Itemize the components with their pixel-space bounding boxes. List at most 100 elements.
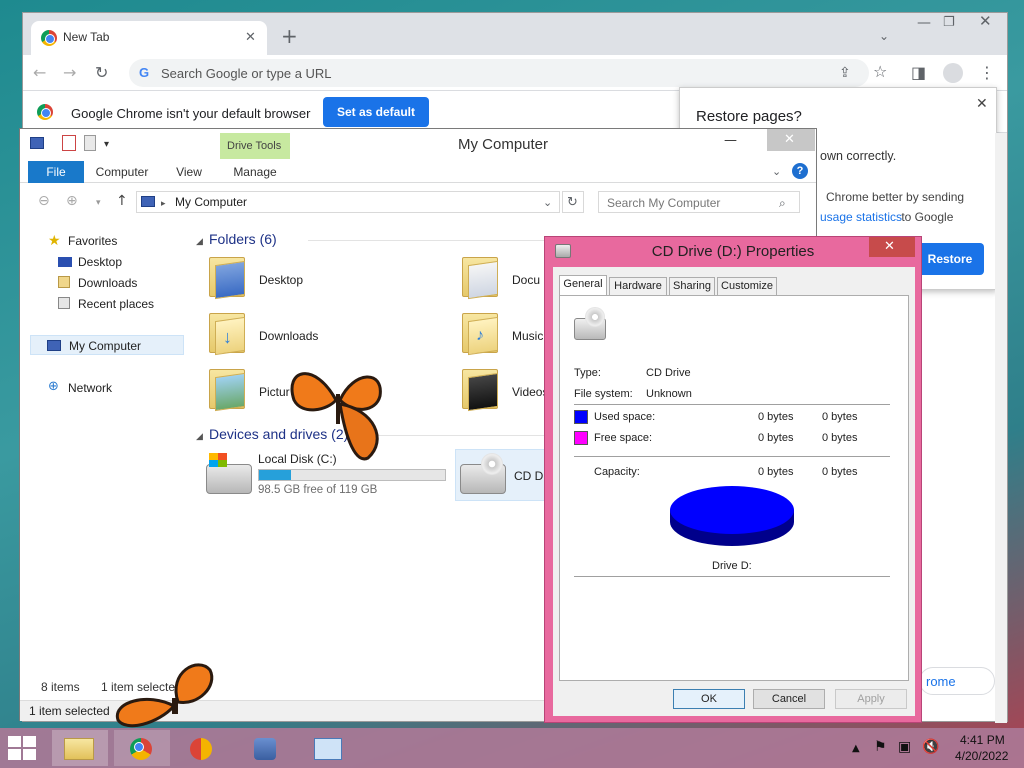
google-g-icon: G: [139, 65, 150, 80]
nav-downloads[interactable]: Downloads: [78, 276, 137, 290]
props-tab-hardware[interactable]: Hardware: [609, 277, 667, 295]
back-icon[interactable]: ←: [33, 65, 46, 81]
cd-drive-icon: [460, 453, 506, 494]
tab-search-chevron-icon[interactable]: ⌄: [879, 28, 889, 44]
forward-icon[interactable]: →: [63, 65, 76, 81]
videos-folder-icon: [462, 369, 498, 412]
chrome-toolbar: ← → ↻ G Search Google or type a URL ⇪ ☆ …: [23, 55, 1007, 91]
explorer-minimize-icon[interactable]: —: [724, 133, 737, 149]
explorer-ribbon: File Computer View Manage ⌄ ?: [20, 159, 816, 183]
props-tab-general[interactable]: General: [559, 275, 607, 296]
action-center-flag-icon[interactable]: ⚑: [874, 739, 887, 755]
nav-computer-icon: [47, 340, 61, 351]
taskbar-app-network[interactable]: [238, 730, 294, 766]
menu-kebab-icon[interactable]: ⋮: [979, 65, 995, 81]
folder-documents[interactable]: Docu: [512, 273, 540, 287]
nav-network[interactable]: Network: [68, 381, 112, 395]
address-text: My Computer: [175, 195, 248, 209]
tray-overflow-icon[interactable]: ▲: [852, 741, 860, 757]
capacity-bytes: 0 bytes: [758, 466, 794, 478]
ribbon-tab-file[interactable]: File: [28, 161, 84, 183]
drive-tools-label: Drive Tools: [227, 140, 282, 152]
profile-avatar-icon[interactable]: [943, 63, 963, 83]
documents-folder-icon: [462, 257, 498, 300]
ribbon-tab-view[interactable]: View: [164, 161, 214, 183]
nav-favorites[interactable]: Favorites: [68, 234, 117, 248]
ribbon-expand-icon[interactable]: ⌄: [772, 164, 781, 180]
folder-music[interactable]: Music: [512, 329, 543, 343]
clock-time[interactable]: 4:41 PM: [960, 733, 1005, 747]
status-items: 8 items: [41, 680, 80, 694]
apply-button[interactable]: Apply: [835, 689, 907, 709]
explorer-close-button[interactable]: ✕: [767, 129, 815, 151]
close-window-icon[interactable]: ✕: [979, 13, 992, 29]
taskbar-app-lock[interactable]: [174, 730, 230, 766]
reload-icon[interactable]: ↻: [95, 65, 108, 81]
maximize-icon[interactable]: ❐: [943, 15, 955, 31]
network-tray-icon[interactable]: ▣: [898, 739, 911, 755]
start-button[interactable]: [8, 736, 38, 760]
breadcrumb-chevron-icon[interactable]: ▸: [161, 196, 166, 212]
props-close-button[interactable]: ✕: [869, 237, 915, 257]
ribbon-tab-manage[interactable]: Manage: [220, 161, 290, 183]
side-panel-icon[interactable]: ◨: [911, 65, 926, 81]
folder-downloads[interactable]: Downloads: [259, 329, 318, 343]
props-titlebar: CD Drive (D:) Properties: [545, 237, 921, 267]
nav-mycomputer-row[interactable]: My Computer: [30, 335, 184, 355]
fs-value: Unknown: [646, 388, 692, 400]
qat-dropdown-icon[interactable]: ▾: [104, 137, 109, 153]
minimize-icon[interactable]: —: [917, 15, 931, 31]
customize-chrome-button[interactable]: rome: [919, 667, 995, 695]
props-tab-customize[interactable]: Customize: [717, 277, 777, 295]
chrome-scrollbar[interactable]: [995, 133, 1007, 723]
infobar-chrome-icon: [37, 104, 53, 120]
usage-statistics-link[interactable]: usage statistics: [820, 210, 902, 224]
new-tab-icon[interactable]: +: [281, 26, 298, 46]
clock-date[interactable]: 4/20/2022: [955, 749, 1008, 763]
address-bar[interactable]: ▸ My Computer ⌄: [136, 191, 560, 213]
set-as-default-button[interactable]: Set as default: [323, 97, 429, 127]
up-icon[interactable]: ↑: [116, 193, 128, 209]
folders-collapse-icon[interactable]: ◢: [196, 234, 203, 250]
folders-header[interactable]: Folders (6): [209, 231, 277, 247]
recent-locations-icon[interactable]: ▾: [96, 195, 101, 211]
taskbar-file-explorer[interactable]: [52, 730, 108, 766]
ok-button[interactable]: OK: [673, 689, 745, 709]
restore-line1: own correctly.: [820, 149, 897, 163]
taskbar: ▲ ⚑ ▣ 🔇 4:41 PM 4/20/2022: [0, 728, 1024, 768]
share-icon[interactable]: ⇪: [839, 65, 851, 81]
folder-videos[interactable]: Videos: [512, 385, 548, 399]
drives-collapse-icon[interactable]: ◢: [196, 429, 203, 445]
ribbon-tab-computer[interactable]: Computer: [90, 161, 154, 183]
props-body: General Hardware Sharing Customize Type:…: [553, 267, 915, 716]
nav-desktop[interactable]: Desktop: [78, 255, 122, 269]
restore-close-icon[interactable]: ✕: [976, 96, 988, 112]
drive-label: Drive D:: [712, 560, 752, 572]
restore-button[interactable]: Restore: [916, 243, 984, 275]
cancel-button[interactable]: Cancel: [753, 689, 825, 709]
divider-3: [574, 576, 890, 577]
search-box[interactable]: Search My Computer ⌕: [598, 191, 800, 213]
refresh-button[interactable]: ↻: [562, 191, 584, 213]
help-icon[interactable]: ?: [792, 163, 808, 179]
nav-recent-places[interactable]: Recent places: [78, 297, 154, 311]
properties-qat-icon[interactable]: [62, 135, 76, 151]
folder-desktop[interactable]: Desktop: [259, 273, 303, 287]
chrome-tabstrip: New Tab ✕ + ⌄ — ❐ ✕: [23, 13, 1007, 55]
general-panel: Type: CD Drive File system: Unknown Used…: [559, 295, 909, 681]
nav-back-icon[interactable]: ⊖: [38, 193, 50, 209]
chrome-tab-new-tab[interactable]: New Tab ✕: [31, 21, 267, 55]
address-dropdown-icon[interactable]: ⌄: [543, 195, 552, 211]
tab-close-icon[interactable]: ✕: [245, 30, 256, 46]
taskbar-chrome[interactable]: [114, 730, 170, 766]
volume-muted-icon[interactable]: 🔇: [922, 739, 939, 755]
props-tab-sharing[interactable]: Sharing: [669, 277, 715, 295]
tab-title: New Tab: [63, 30, 110, 44]
disk-usage-pie: [670, 486, 794, 546]
taskbar-app-control[interactable]: [300, 730, 356, 766]
bookmark-star-icon[interactable]: ☆: [873, 64, 887, 80]
file-explorer-icon: [64, 738, 94, 760]
nav-forward-icon[interactable]: ⊕: [66, 193, 78, 209]
new-folder-qat-icon[interactable]: [84, 135, 96, 151]
omnibox[interactable]: G Search Google or type a URL ⇪ ☆: [129, 59, 887, 87]
